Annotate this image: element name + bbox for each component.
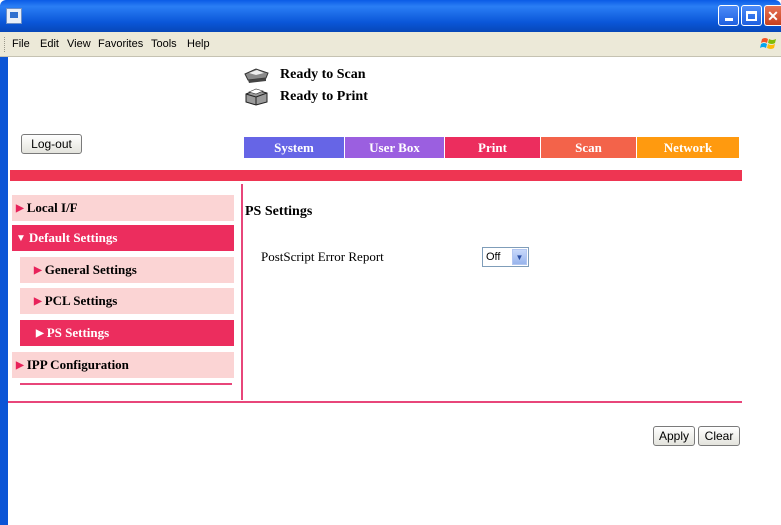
tab-user-box[interactable]: User Box xyxy=(345,137,444,158)
nav-local-if[interactable]: ▶ Local I/F xyxy=(12,195,234,221)
close-button[interactable]: ✕ xyxy=(764,5,781,26)
nav-label: Default Settings xyxy=(28,230,118,245)
nav-arrow-icon: ▶ xyxy=(34,295,42,307)
scan-status: Ready to Scan xyxy=(242,65,366,85)
scanner-icon xyxy=(244,68,269,83)
toolbar-grip[interactable] xyxy=(4,37,7,52)
nav-label: Local I/F xyxy=(26,200,78,215)
minimize-icon xyxy=(724,18,733,21)
tab-scan[interactable]: Scan xyxy=(541,137,636,158)
nav-arrow-icon: ▶ xyxy=(36,327,44,339)
maximize-button[interactable] xyxy=(741,5,762,26)
vertical-divider xyxy=(241,184,243,400)
nav-bottom-rule xyxy=(20,383,232,385)
nav-label: General Settings xyxy=(44,262,137,277)
header-divider-bar xyxy=(10,170,742,181)
postscript-error-report-label: PostScript Error Report xyxy=(261,249,384,264)
nav-default-settings[interactable]: ▼ Default Settings xyxy=(12,225,234,251)
nav-arrow-icon: ▶ xyxy=(16,359,24,371)
tab-system[interactable]: System xyxy=(244,137,344,158)
print-status: Ready to Print xyxy=(242,87,368,107)
nav-label: PS Settings xyxy=(46,325,110,340)
nav-ipp-configuration[interactable]: ▶ IPP Configuration xyxy=(12,352,234,378)
tab-print[interactable]: Print xyxy=(445,137,540,158)
menu-edit[interactable]: Edit xyxy=(40,38,59,50)
select-value: Off xyxy=(486,251,501,263)
nav-general-settings[interactable]: ▶ General Settings xyxy=(20,257,234,283)
menu-help[interactable]: Help xyxy=(187,38,210,50)
nav-ps-settings[interactable]: ▶ PS Settings xyxy=(20,320,234,346)
nav-pcl-settings[interactable]: ▶ PCL Settings xyxy=(20,288,234,314)
print-status-text: Ready to Print xyxy=(280,89,368,104)
scan-status-text: Ready to Scan xyxy=(280,67,366,82)
window-left-border xyxy=(0,57,8,525)
nav-label: PCL Settings xyxy=(44,293,118,308)
menu-favorites[interactable]: Favorites xyxy=(98,38,143,50)
windows-logo-icon xyxy=(760,38,776,49)
menu-file[interactable]: File xyxy=(12,38,30,50)
page-title: PS Settings xyxy=(245,204,313,219)
browser-app-icon xyxy=(6,8,22,24)
menu-tools[interactable]: Tools xyxy=(151,38,177,50)
apply-button[interactable]: Apply xyxy=(653,426,695,446)
minimize-button[interactable] xyxy=(718,5,739,26)
web-page: Ready to Scan Ready to Print Log-out Sys… xyxy=(8,57,781,525)
tab-network[interactable]: Network xyxy=(637,137,739,158)
window-titlebar: ✕ xyxy=(0,0,781,32)
menu-bar: File Edit View Favorites Tools Help xyxy=(0,32,781,57)
logout-button[interactable]: Log-out xyxy=(21,134,82,154)
chevron-down-icon[interactable]: ▼ xyxy=(512,249,527,265)
close-icon: ✕ xyxy=(767,7,779,24)
horizontal-divider xyxy=(8,401,742,403)
nav-arrow-icon: ▶ xyxy=(16,202,24,214)
menu-view[interactable]: View xyxy=(67,38,91,50)
nav-arrow-icon: ▶ xyxy=(34,264,42,276)
printer-icon xyxy=(245,88,268,106)
maximize-icon xyxy=(746,10,757,21)
nav-label: IPP Configuration xyxy=(26,357,129,372)
clear-button[interactable]: Clear xyxy=(698,426,740,446)
postscript-error-report-select[interactable]: Off ▼ xyxy=(482,247,529,267)
nav-arrow-icon: ▼ xyxy=(16,232,26,244)
